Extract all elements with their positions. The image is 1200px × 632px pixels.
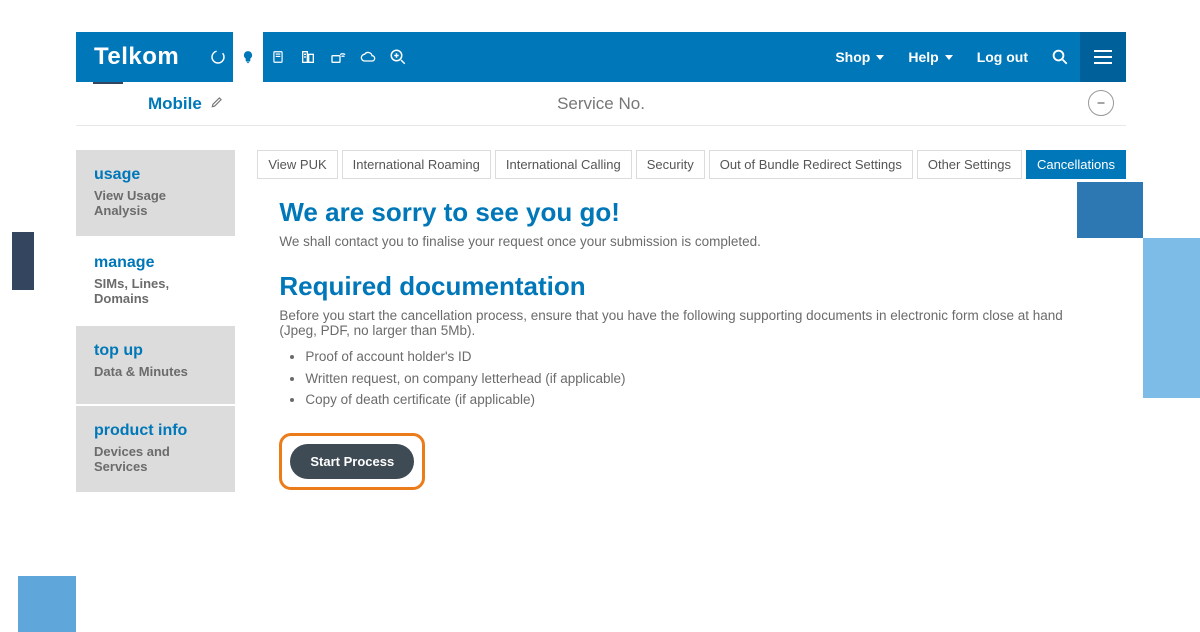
tab-security[interactable]: Security [636, 150, 705, 179]
edit-icon[interactable] [210, 95, 224, 112]
sidebar-item-label: manage [94, 254, 217, 272]
tab-view-puk[interactable]: View PUK [257, 150, 337, 179]
sidebar-item-topup[interactable]: top up Data & Minutes [76, 326, 235, 406]
circle-icon[interactable] [203, 32, 233, 82]
sidebar-nav: usage View Usage Analysis manage SIMs, L… [76, 150, 235, 494]
cancel-heading: We are sorry to see you go! [279, 197, 1104, 228]
sidebar-item-sublabel: SIMs, Lines, Domains [94, 276, 217, 306]
sidebar-item-label: product info [94, 422, 217, 440]
zoom-icon[interactable] [383, 32, 413, 82]
list-item: Proof of account holder's ID [305, 346, 1104, 368]
required-docs-lead: Before you start the cancellation proces… [279, 308, 1104, 338]
cancel-lead: We shall contact you to finalise your re… [279, 234, 1104, 249]
building-icon[interactable] [293, 32, 323, 82]
sidebar-item-sublabel: View Usage Analysis [94, 188, 217, 218]
tab-intl-roaming[interactable]: International Roaming [342, 150, 491, 179]
sim-icon[interactable] [263, 32, 293, 82]
collapse-icon[interactable] [1088, 90, 1114, 116]
nav-help[interactable]: Help [896, 49, 964, 65]
list-item: Copy of death certificate (if applicable… [305, 389, 1104, 411]
bulb-icon[interactable] [233, 32, 263, 82]
tab-oob-redirect[interactable]: Out of Bundle Redirect Settings [709, 150, 913, 179]
start-process-button[interactable]: Start Process [290, 444, 414, 479]
service-number-label: Service No. [557, 94, 645, 114]
tab-intl-calling[interactable]: International Calling [495, 150, 632, 179]
search-icon[interactable] [1040, 32, 1080, 82]
nav-service-icons [203, 32, 413, 82]
tab-cancellations[interactable]: Cancellations [1026, 150, 1126, 179]
wifi-card-icon[interactable] [323, 32, 353, 82]
sidebar-item-manage[interactable]: manage SIMs, Lines, Domains [76, 238, 235, 326]
subhead-bar: Mobile Service No. [76, 82, 1126, 126]
top-navbar: Telkom Shop [76, 32, 1126, 82]
nav-logout[interactable]: Log out [965, 49, 1040, 65]
sidebar-item-sublabel: Devices and Services [94, 444, 217, 474]
cloud-icon[interactable] [353, 32, 383, 82]
decorative-block [18, 576, 76, 632]
brand-logo[interactable]: Telkom [76, 43, 197, 71]
list-item: Written request, on company letterhead (… [305, 368, 1104, 390]
decorative-block [12, 232, 34, 290]
sidebar-item-productinfo[interactable]: product info Devices and Services [76, 406, 235, 494]
required-docs-list: Proof of account holder's ID Written req… [305, 346, 1104, 411]
tab-other-settings[interactable]: Other Settings [917, 150, 1022, 179]
nav-shop[interactable]: Shop [823, 49, 896, 65]
decorative-block [1143, 238, 1200, 398]
manage-tabs: View PUK International Roaming Internati… [257, 150, 1126, 179]
start-process-highlight: Start Process [279, 433, 425, 490]
sidebar-item-usage[interactable]: usage View Usage Analysis [76, 150, 235, 238]
cancellation-panel: We are sorry to see you go! We shall con… [257, 179, 1126, 490]
breadcrumb-title: Mobile [148, 94, 202, 114]
sidebar-item-label: usage [94, 166, 217, 184]
hamburger-menu-icon[interactable] [1080, 32, 1126, 82]
sidebar-item-sublabel: Data & Minutes [94, 364, 217, 379]
required-docs-heading: Required documentation [279, 271, 1104, 302]
sidebar-item-label: top up [94, 342, 217, 360]
